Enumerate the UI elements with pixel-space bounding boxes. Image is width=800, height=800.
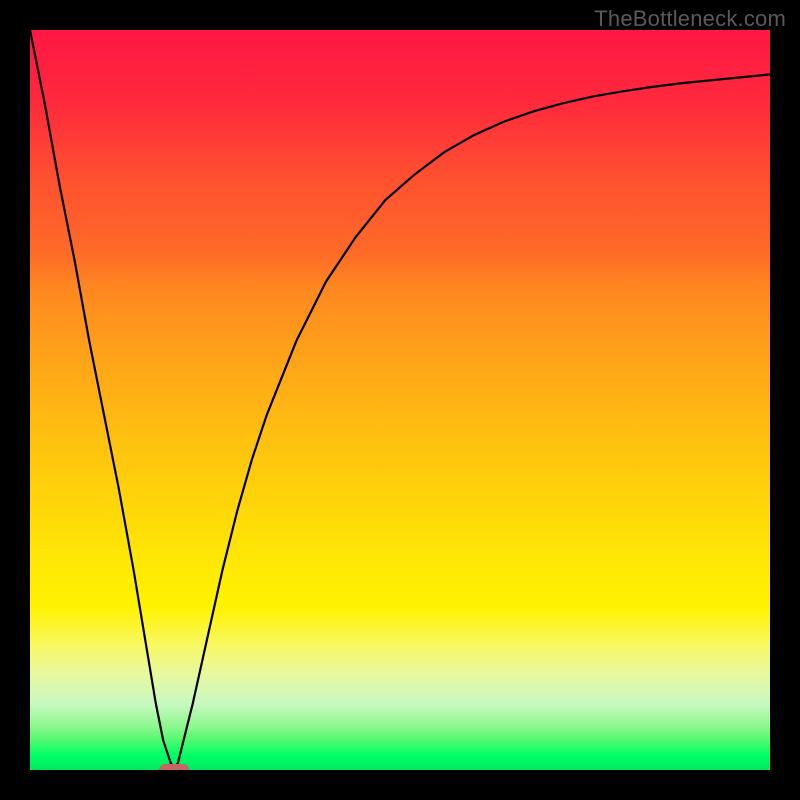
curve-svg (30, 30, 770, 770)
chart-container: TheBottleneck.com (0, 0, 800, 800)
plot-area (30, 30, 770, 770)
bottleneck-curve (30, 30, 770, 770)
watermark-text: TheBottleneck.com (594, 6, 786, 32)
optimal-marker (159, 764, 189, 770)
